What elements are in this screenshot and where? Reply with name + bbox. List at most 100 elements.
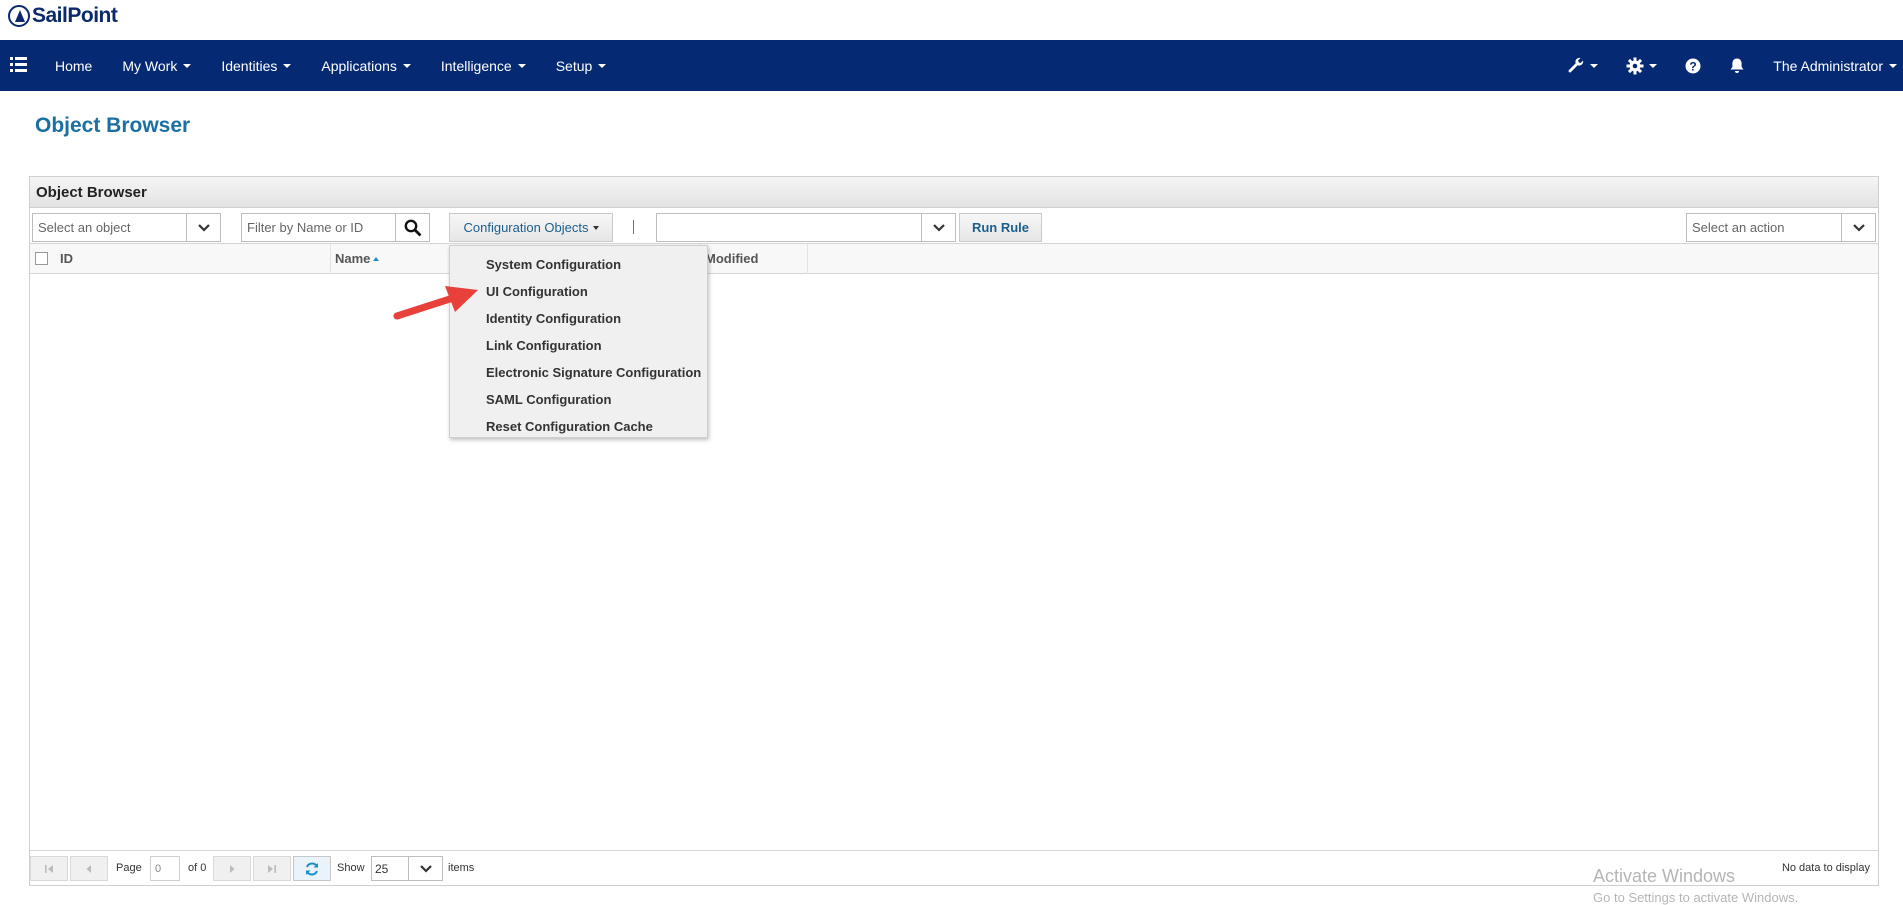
help-button[interactable]: ? bbox=[1671, 40, 1715, 91]
rule-select-input[interactable] bbox=[657, 214, 921, 241]
next-page-button[interactable] bbox=[213, 856, 251, 881]
nav-item-my-work[interactable]: My Work bbox=[107, 58, 206, 74]
page-size-dropdown-button[interactable] bbox=[408, 857, 442, 880]
chevron-down-icon bbox=[197, 223, 210, 232]
panel-toolbar: Configuration Objects Run Rule bbox=[30, 208, 1878, 244]
wrench-menu[interactable] bbox=[1553, 40, 1612, 91]
sailpoint-logo[interactable]: SailPoint bbox=[8, 4, 118, 28]
configuration-objects-menu: System Configuration UI Configuration Iden… bbox=[449, 245, 708, 438]
caret-down-icon bbox=[1889, 63, 1897, 68]
notifications-button[interactable] bbox=[1715, 40, 1759, 91]
nav-item-label: Identities bbox=[221, 57, 278, 74]
column-header-modified[interactable]: Modified bbox=[705, 251, 758, 266]
nav-item-label: My Work bbox=[122, 57, 178, 74]
settings-menu[interactable] bbox=[1612, 40, 1671, 91]
nav-item-label: Intelligence bbox=[440, 57, 512, 74]
caret-down-icon bbox=[598, 63, 607, 68]
caret-down-icon bbox=[517, 63, 526, 68]
select-action-dropdown-button[interactable] bbox=[1841, 214, 1875, 241]
watermark-title: Activate Windows bbox=[1593, 866, 1736, 886]
refresh-button[interactable] bbox=[293, 856, 331, 881]
toolbar-separator bbox=[633, 220, 634, 234]
annotation-arrow bbox=[393, 286, 478, 320]
nav-item-applications[interactable]: Applications bbox=[306, 58, 426, 74]
last-page-icon bbox=[268, 864, 276, 873]
menu-item-electronic-signature-configuration[interactable]: Electronic Signature Configuration bbox=[450, 359, 707, 386]
caret-down-icon bbox=[1649, 63, 1658, 68]
panel-title: Object Browser bbox=[30, 177, 1878, 208]
filter-combo[interactable] bbox=[241, 213, 430, 242]
caret-down-icon bbox=[1590, 63, 1599, 68]
column-header-name-label: Name bbox=[335, 251, 371, 266]
select-object-input[interactable] bbox=[33, 214, 186, 241]
select-action-combo[interactable] bbox=[1686, 213, 1876, 242]
caret-down-icon bbox=[283, 63, 292, 68]
configuration-objects-label: Configuration Objects bbox=[463, 220, 589, 235]
run-rule-button[interactable]: Run Rule bbox=[959, 213, 1042, 242]
hamburger-menu-icon[interactable] bbox=[10, 57, 27, 72]
menu-item-identity-configuration[interactable]: Identity Configuration bbox=[450, 305, 707, 332]
first-page-icon bbox=[45, 864, 53, 873]
menu-item-link-configuration[interactable]: Link Configuration bbox=[450, 332, 707, 359]
menu-item-saml-configuration[interactable]: SAML Configuration bbox=[450, 386, 707, 413]
wrench-icon bbox=[1568, 57, 1584, 72]
object-browser-panel: Object Browser Configuration Objects bbox=[29, 176, 1879, 886]
select-object-combo[interactable] bbox=[32, 213, 221, 242]
page-title: Object Browser bbox=[35, 114, 191, 137]
menu-item-ui-configuration[interactable]: UI Configuration bbox=[450, 278, 707, 305]
nav-item-label: Setup bbox=[555, 57, 593, 74]
previous-page-button[interactable] bbox=[70, 856, 108, 881]
nav-item-label: Home bbox=[55, 57, 93, 74]
menu-item-system-configuration[interactable]: System Configuration bbox=[450, 251, 707, 278]
select-all-checkbox[interactable] bbox=[35, 252, 48, 265]
caret-down-icon bbox=[183, 63, 192, 68]
watermark-subtitle: Go to Settings to activate Windows. bbox=[1593, 890, 1799, 905]
nav-item-setup[interactable]: Setup bbox=[541, 58, 622, 74]
select-object-dropdown-button[interactable] bbox=[186, 214, 220, 241]
first-page-button[interactable] bbox=[30, 856, 68, 881]
nav-item-intelligence[interactable]: Intelligence bbox=[426, 58, 541, 74]
sort-ascending-icon bbox=[373, 256, 380, 261]
svg-text:?: ? bbox=[1690, 59, 1697, 73]
page-size-value: 25 bbox=[375, 862, 389, 876]
configuration-objects-button[interactable]: Configuration Objects bbox=[449, 213, 613, 242]
page-count-label: of 0 bbox=[188, 862, 207, 874]
show-label: Show bbox=[337, 862, 365, 874]
caret-down-icon bbox=[592, 225, 599, 230]
caret-down-icon bbox=[402, 63, 411, 68]
nav-right-tools: ? The Administrator bbox=[1553, 40, 1903, 91]
user-menu[interactable]: The Administrator bbox=[1759, 58, 1903, 74]
chevron-down-icon bbox=[1852, 223, 1865, 232]
filter-input[interactable] bbox=[242, 214, 395, 241]
top-navbar: Home My Work Identities Applications Intelli… bbox=[0, 40, 1903, 91]
activate-windows-watermark: Activate Windows Go to Settings to activ… bbox=[1593, 866, 1798, 905]
items-label: items bbox=[448, 862, 475, 874]
grid-header: ID Name Modified bbox=[30, 244, 1878, 274]
page-size-select[interactable]: 25 bbox=[371, 856, 443, 881]
nav-menu: Home My Work Identities Applications Intelli… bbox=[40, 40, 621, 91]
menu-item-reset-configuration-cache[interactable]: Reset Configuration Cache bbox=[450, 413, 707, 440]
nav-item-label: Applications bbox=[321, 57, 397, 74]
rule-select-dropdown-button[interactable] bbox=[921, 214, 955, 241]
search-button[interactable] bbox=[395, 214, 429, 241]
run-rule-label: Run Rule bbox=[971, 220, 1030, 235]
select-action-input[interactable] bbox=[1687, 214, 1841, 241]
column-divider bbox=[807, 244, 808, 274]
user-name: The Administrator bbox=[1773, 57, 1883, 74]
help-icon: ? bbox=[1685, 58, 1701, 73]
nav-item-home[interactable]: Home bbox=[40, 58, 107, 74]
chevron-down-icon bbox=[419, 864, 432, 873]
search-icon bbox=[404, 219, 421, 236]
column-header-name[interactable]: Name bbox=[335, 251, 380, 266]
nav-item-identities[interactable]: Identities bbox=[206, 58, 306, 74]
page-number-input[interactable] bbox=[150, 856, 180, 881]
column-header-id[interactable]: ID bbox=[60, 251, 73, 266]
last-page-button[interactable] bbox=[253, 856, 291, 881]
sailpoint-logo-icon bbox=[8, 5, 30, 27]
logo-text: SailPoint bbox=[32, 4, 118, 27]
gear-icon bbox=[1626, 57, 1644, 74]
chevron-down-icon bbox=[932, 223, 945, 232]
rule-select-combo[interactable] bbox=[656, 213, 956, 242]
bell-icon bbox=[1730, 58, 1744, 73]
column-divider bbox=[330, 244, 331, 274]
